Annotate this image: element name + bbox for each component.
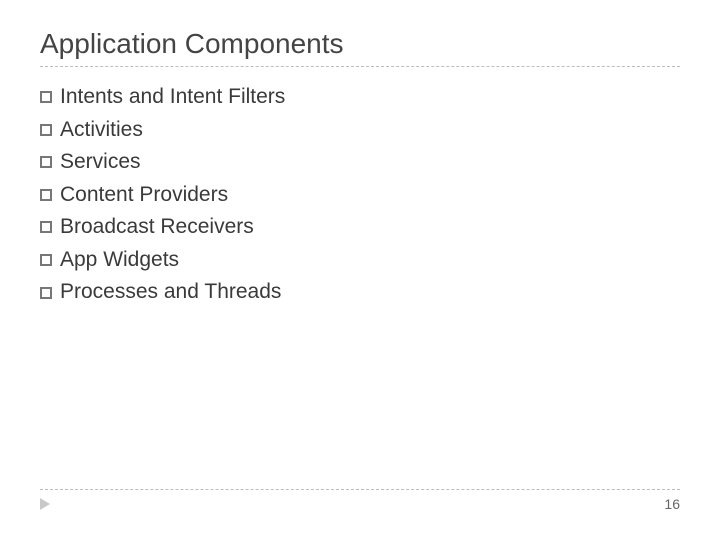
page-title: Application Components — [40, 28, 680, 60]
square-bullet-icon — [40, 124, 52, 136]
list-item-label: Services — [60, 146, 141, 179]
footer: 16 — [40, 489, 680, 512]
footer-row: 16 — [40, 496, 680, 512]
square-bullet-icon — [40, 91, 52, 103]
list-item-label: Broadcast Receivers — [60, 211, 254, 244]
page-number: 16 — [664, 496, 680, 512]
list-item: Processes and Threads — [40, 276, 680, 309]
list-item: Broadcast Receivers — [40, 211, 680, 244]
title-divider — [40, 66, 680, 67]
list-item-label: Activities — [60, 114, 143, 147]
list-item-label: Intents and Intent Filters — [60, 81, 285, 114]
list-item: Activities — [40, 114, 680, 147]
list-item: App Widgets — [40, 244, 680, 277]
square-bullet-icon — [40, 156, 52, 168]
list-item-label: Processes and Threads — [60, 276, 281, 309]
list-item-label: Content Providers — [60, 179, 228, 212]
bullet-list: Intents and Intent Filters Activities Se… — [40, 81, 680, 309]
list-item: Content Providers — [40, 179, 680, 212]
arrow-right-icon — [40, 498, 50, 510]
square-bullet-icon — [40, 189, 52, 201]
footer-divider — [40, 489, 680, 490]
list-item: Services — [40, 146, 680, 179]
list-item-label: App Widgets — [60, 244, 179, 277]
square-bullet-icon — [40, 254, 52, 266]
slide: Application Components Intents and Inten… — [0, 0, 720, 540]
square-bullet-icon — [40, 287, 52, 299]
list-item: Intents and Intent Filters — [40, 81, 680, 114]
square-bullet-icon — [40, 221, 52, 233]
